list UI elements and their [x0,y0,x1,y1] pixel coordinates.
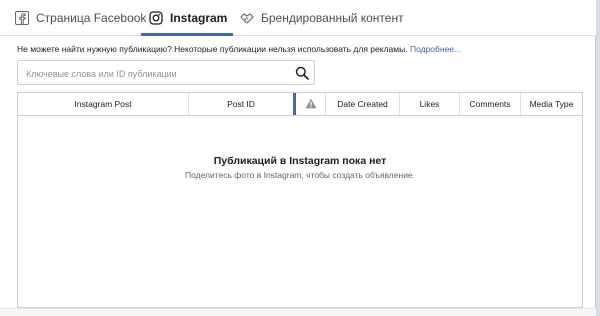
tab-facebook-page[interactable]: Страница Facebook [15,0,146,35]
column-header-date-created[interactable]: Date Created [326,93,400,115]
tab-instagram-label: Instagram [170,10,228,25]
source-tabs: Страница Facebook Instagram Брендированн… [0,0,596,36]
column-header-media-type[interactable]: Media Type [521,93,582,115]
handshake-icon [240,11,254,25]
column-header-warning[interactable] [296,93,326,115]
search-icon[interactable] [295,66,309,80]
posts-table: Instagram Post Post ID Date Created Like… [17,92,583,308]
tab-facebook-label: Страница Facebook [36,10,147,25]
tab-instagram[interactable]: Instagram [140,0,234,36]
instagram-icon [149,10,163,25]
column-header-comments[interactable]: Comments [460,93,521,115]
tab-branded-content[interactable]: Брендированный контент [240,0,404,35]
notice-message: Не можете найти нужную публикацию? Некот… [17,44,408,54]
table-header: Instagram Post Post ID Date Created Like… [18,93,582,116]
facebook-icon [15,10,29,25]
empty-state-title: Публикаций в Instagram пока нет [213,155,387,167]
tab-branded-label: Брендированный контент [261,10,404,25]
learn-more-link[interactable]: Подробнее... [410,44,461,54]
empty-state-subtitle: Поделитесь фото в Instagram, чтобы созда… [184,170,416,180]
empty-state: Публикаций в Instagram пока нет Поделите… [18,155,582,180]
column-header-instagram-post[interactable]: Instagram Post [18,93,189,115]
column-header-post-id[interactable]: Post ID [189,93,296,115]
search-box [17,60,315,85]
background-edge [596,0,600,315]
post-picker-dialog: Страница Facebook Instagram Брендированн… [0,0,596,316]
search-input[interactable] [24,65,293,82]
warning-icon [305,98,317,111]
column-header-likes[interactable]: Likes [400,93,460,115]
notice-text: Не можете найти нужную публикацию? Некот… [17,44,461,54]
